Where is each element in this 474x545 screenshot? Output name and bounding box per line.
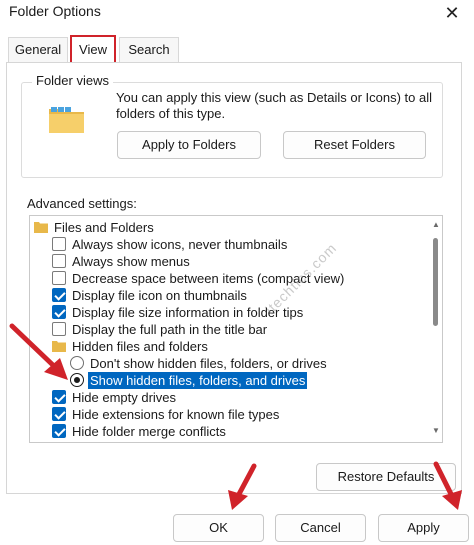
folder-icon <box>49 107 84 133</box>
option-label: Hide empty drives <box>72 390 177 405</box>
option-label: Display file icon on thumbnails <box>72 288 247 303</box>
checkbox[interactable] <box>52 271 66 285</box>
annotation-arrow-icon <box>9 323 68 380</box>
option-label: Hide extensions for known file types <box>72 407 280 422</box>
apply-button[interactable]: Apply <box>378 514 469 542</box>
folder-views-description: You can apply this view (such as Details… <box>116 90 433 121</box>
tab-general[interactable]: General <box>8 37 68 63</box>
scroll-thumb[interactable] <box>433 238 438 326</box>
tab-view[interactable]: View <box>70 35 116 65</box>
option-label: Always show menus <box>72 254 190 269</box>
checkbox-checked[interactable] <box>52 288 66 302</box>
annotation-arrow-icon <box>433 461 462 510</box>
folder-icon <box>34 222 48 233</box>
window-title: Folder Options <box>9 3 101 19</box>
tab-strip: General Search View <box>0 35 474 65</box>
advanced-settings-tree: Files and Folders Always show icons, nev… <box>29 215 443 443</box>
tab-search[interactable]: Search <box>119 37 179 63</box>
tree-scrollbar[interactable]: ▲ ▼ <box>430 216 442 442</box>
option-label-selected: Show hidden files, folders, and drives <box>88 372 308 389</box>
tree-group-label: Files and Folders <box>54 220 154 235</box>
reset-folders-button[interactable]: Reset Folders <box>283 131 426 159</box>
advanced-settings-label: Advanced settings: <box>27 196 137 211</box>
close-icon[interactable]: ✕ <box>440 3 464 25</box>
ok-button[interactable]: OK <box>173 514 264 542</box>
tree-group-label: Hidden files and folders <box>72 339 208 354</box>
checkbox-checked[interactable] <box>52 424 66 438</box>
checkbox[interactable] <box>52 254 66 268</box>
option-label: Hide folder merge conflicts <box>72 424 226 439</box>
title-bar: Folder Options ✕ <box>0 0 474 30</box>
option-label: Always show icons, never thumbnails <box>72 237 288 252</box>
checkbox-checked[interactable] <box>52 305 66 319</box>
option-label: Display the full path in the title bar <box>72 322 268 337</box>
apply-to-folders-button[interactable]: Apply to Folders <box>117 131 261 159</box>
checkbox-checked[interactable] <box>52 407 66 421</box>
checkbox-checked[interactable] <box>52 390 66 404</box>
folder-views-legend: Folder views <box>32 73 113 88</box>
option-label: Don't show hidden files, folders, or dri… <box>90 356 327 371</box>
scroll-up-icon[interactable]: ▲ <box>432 220 440 229</box>
cancel-button[interactable]: Cancel <box>275 514 366 542</box>
checkbox[interactable] <box>52 237 66 251</box>
scroll-down-icon[interactable]: ▼ <box>432 426 440 435</box>
annotation-arrow-icon <box>228 463 257 510</box>
